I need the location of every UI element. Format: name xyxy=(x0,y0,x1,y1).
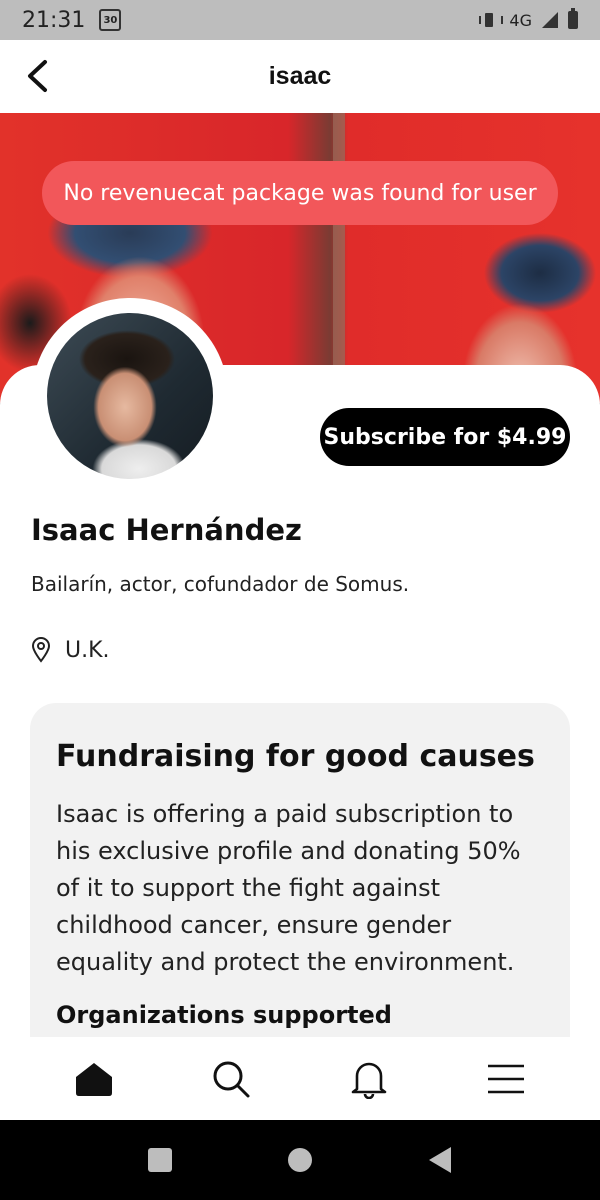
profile-bio: Bailarín, actor, cofundador de Somus. xyxy=(31,572,410,596)
search-icon xyxy=(213,1061,250,1097)
profile-name: Isaac Hernández xyxy=(31,513,302,547)
signal-icon xyxy=(542,12,558,28)
location-label: U.K. xyxy=(65,637,110,663)
home-icon xyxy=(75,1062,112,1096)
organizations-heading: Organizations supported xyxy=(56,1001,392,1029)
subscribe-button[interactable]: Subscribe for $4.99 xyxy=(320,408,570,466)
page-title: isaac xyxy=(268,62,332,90)
status-bar: 21:31 30 4G xyxy=(0,0,600,40)
back-button[interactable] xyxy=(20,58,54,94)
battery-icon xyxy=(568,8,578,29)
location-row: U.K. xyxy=(31,637,110,663)
vibrate-icon xyxy=(479,13,504,27)
menu-icon xyxy=(488,1064,525,1093)
nav-search[interactable] xyxy=(201,1049,261,1109)
home-system-button[interactable] xyxy=(285,1145,315,1175)
fundraising-card: Fundraising for good causes Isaac is off… xyxy=(30,703,570,1037)
avatar-frame xyxy=(32,298,228,494)
status-indicators: 4G xyxy=(479,8,578,30)
calendar-icon: 30 xyxy=(99,9,122,31)
status-time: 21:31 xyxy=(22,7,86,33)
triangle-back-icon xyxy=(429,1147,451,1173)
bell-icon xyxy=(351,1062,387,1099)
back-arrow-icon xyxy=(28,60,47,92)
location-pin-icon xyxy=(31,637,51,663)
cover-divider xyxy=(333,113,345,403)
nav-notifications[interactable] xyxy=(339,1049,399,1109)
fundraising-description: Isaac is offering a paid subscription to… xyxy=(56,800,521,976)
nav-home[interactable] xyxy=(64,1049,124,1109)
avatar[interactable] xyxy=(47,313,213,479)
bottom-navigation xyxy=(0,1037,600,1120)
circle-icon xyxy=(288,1148,312,1172)
network-label: 4G xyxy=(509,10,532,30)
top-app-bar: isaac xyxy=(0,40,600,113)
nav-menu[interactable] xyxy=(476,1049,536,1109)
square-icon xyxy=(148,1148,172,1172)
recents-button[interactable] xyxy=(145,1145,175,1175)
fundraising-title: Fundraising for good causes xyxy=(56,739,535,774)
back-system-button[interactable] xyxy=(425,1145,455,1175)
error-toast: No revenuecat package was found for user xyxy=(42,161,558,225)
system-navigation-bar xyxy=(0,1120,600,1200)
